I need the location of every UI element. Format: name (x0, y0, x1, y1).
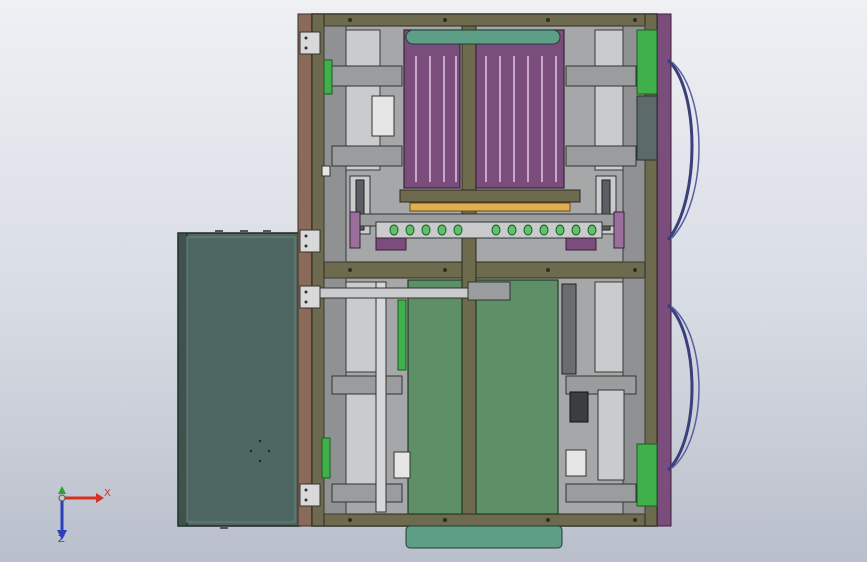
cable-loops (666, 58, 700, 472)
lower-green-plates[interactable] (405, 279, 563, 549)
cad-viewport[interactable]: X Z Y (0, 0, 867, 562)
coordinate-triad: X Z Y (57, 486, 111, 545)
x-axis-label: X (104, 488, 111, 499)
purple-carrier-plates[interactable] (403, 29, 565, 189)
z-axis-label: Z (58, 534, 65, 545)
electrical-cabinet[interactable] (177, 230, 301, 529)
